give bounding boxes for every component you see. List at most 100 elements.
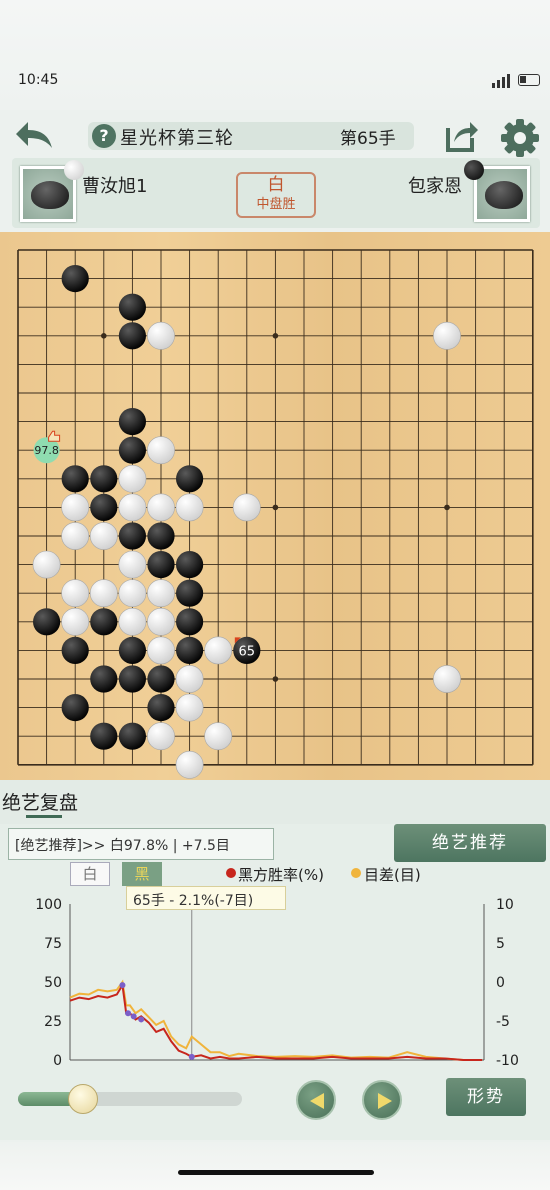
white-stone-indicator [64, 160, 84, 180]
game-title: 星光杯第三轮 [120, 128, 234, 149]
white-stone [433, 665, 461, 693]
white-stone [118, 550, 147, 579]
thumbs-up-icon [48, 430, 61, 442]
black-stone [90, 493, 118, 521]
triangle-right-icon [378, 1093, 392, 1109]
white-stone [204, 722, 233, 751]
black-stone [61, 265, 89, 293]
star-point [272, 333, 279, 339]
go-board[interactable]: 65 97.8 [0, 232, 550, 780]
white-stone [89, 579, 118, 608]
black-stone [61, 694, 89, 722]
back-arrow-icon[interactable] [14, 118, 54, 154]
black-stone [90, 465, 118, 493]
right-tick-label: -10 [496, 1053, 519, 1069]
white-stone [147, 579, 175, 608]
next-move-button[interactable] [362, 1080, 402, 1120]
black-stone [118, 436, 146, 464]
black-player-name[interactable]: 包家恩 [408, 172, 462, 198]
right-tick-label: 5 [496, 936, 505, 952]
gear-icon[interactable] [500, 118, 540, 158]
black-stone [33, 608, 61, 636]
black-stone [147, 551, 175, 579]
black-stone [176, 551, 204, 579]
legend-winrate: 黑方胜率(%) [238, 866, 324, 884]
analysis-section-title[interactable]: 绝艺复盘 [2, 788, 78, 815]
right-tick-label: 0 [496, 975, 505, 991]
white-stone [147, 636, 175, 665]
move-slider-thumb[interactable] [67, 1084, 98, 1114]
result-method: 中盘胜 [256, 197, 296, 212]
white-stone [61, 579, 90, 608]
white-stone [61, 493, 90, 522]
recommend-button[interactable]: 绝艺推荐 [394, 824, 546, 862]
right-tick-label: 10 [496, 897, 514, 913]
white-stone [175, 750, 204, 779]
black-stone [118, 722, 146, 750]
series-line [69, 979, 483, 1061]
legend-winrate-swatch [226, 868, 236, 878]
chart-marker [138, 1016, 145, 1023]
white-stone [118, 579, 147, 608]
right-tick-label: -5 [496, 1014, 510, 1030]
white-stone [147, 722, 175, 751]
section-underline [26, 815, 62, 818]
chart-marker [130, 1013, 137, 1020]
white-stone [175, 493, 204, 522]
star-point [272, 504, 279, 511]
white-stone [118, 607, 147, 636]
black-stone [61, 636, 89, 664]
star-point [272, 676, 279, 682]
black-stone [61, 465, 89, 493]
white-stone [61, 522, 90, 550]
board-grid[interactable]: 65 97.8 [0, 232, 550, 780]
tab-white[interactable]: 白 [70, 862, 110, 886]
white-stone [175, 665, 204, 693]
black-stone-indicator [464, 160, 484, 180]
white-stone [147, 436, 175, 465]
chart-marker [119, 982, 126, 989]
status-bar [0, 0, 550, 110]
result-winner: 白 [267, 175, 285, 195]
battery-icon [518, 74, 540, 86]
white-stone [147, 607, 175, 636]
shape-button[interactable]: 形势 [446, 1078, 526, 1116]
legend-score: 目差(目) [364, 866, 421, 884]
series-line [69, 982, 483, 1061]
left-tick-label: 50 [44, 975, 62, 991]
black-stone [118, 293, 146, 321]
share-icon[interactable] [444, 118, 478, 154]
tab-black[interactable]: 黑 [122, 862, 162, 886]
star-point [101, 333, 107, 339]
black-stone [147, 665, 175, 693]
white-stone [32, 550, 61, 579]
winrate-chart[interactable]: 10075502501050-5-10 [0, 890, 550, 1070]
black-stone [176, 608, 204, 636]
hint-label: 97.8 [34, 444, 59, 457]
black-stone [118, 322, 146, 350]
home-indicator[interactable] [178, 1170, 374, 1175]
white-player-name[interactable]: 曹汝旭1 [82, 172, 147, 198]
chart-marker [188, 1053, 195, 1060]
black-stone [90, 608, 118, 636]
left-tick-label: 25 [44, 1014, 62, 1030]
star-point [444, 504, 450, 511]
black-stone [90, 722, 118, 750]
white-stone [89, 522, 118, 550]
recommendation-text: [绝艺推荐]>> 白97.8% | +7.5目 [8, 828, 274, 860]
black-stone [118, 636, 146, 664]
move-counter: 第65手 [340, 129, 396, 149]
left-tick-label: 100 [35, 897, 62, 913]
prev-move-button[interactable] [296, 1080, 336, 1120]
triangle-left-icon [310, 1093, 324, 1109]
white-stone [232, 493, 261, 522]
left-tick-label: 0 [53, 1053, 62, 1069]
white-stone [147, 321, 175, 350]
black-stone [176, 636, 204, 664]
help-icon[interactable]: ? [92, 124, 116, 148]
black-stone [147, 694, 175, 722]
last-move-label: 65 [239, 644, 256, 659]
white-stone [433, 321, 461, 350]
white-stone [175, 693, 204, 722]
status-time: 10:45 [18, 72, 59, 88]
